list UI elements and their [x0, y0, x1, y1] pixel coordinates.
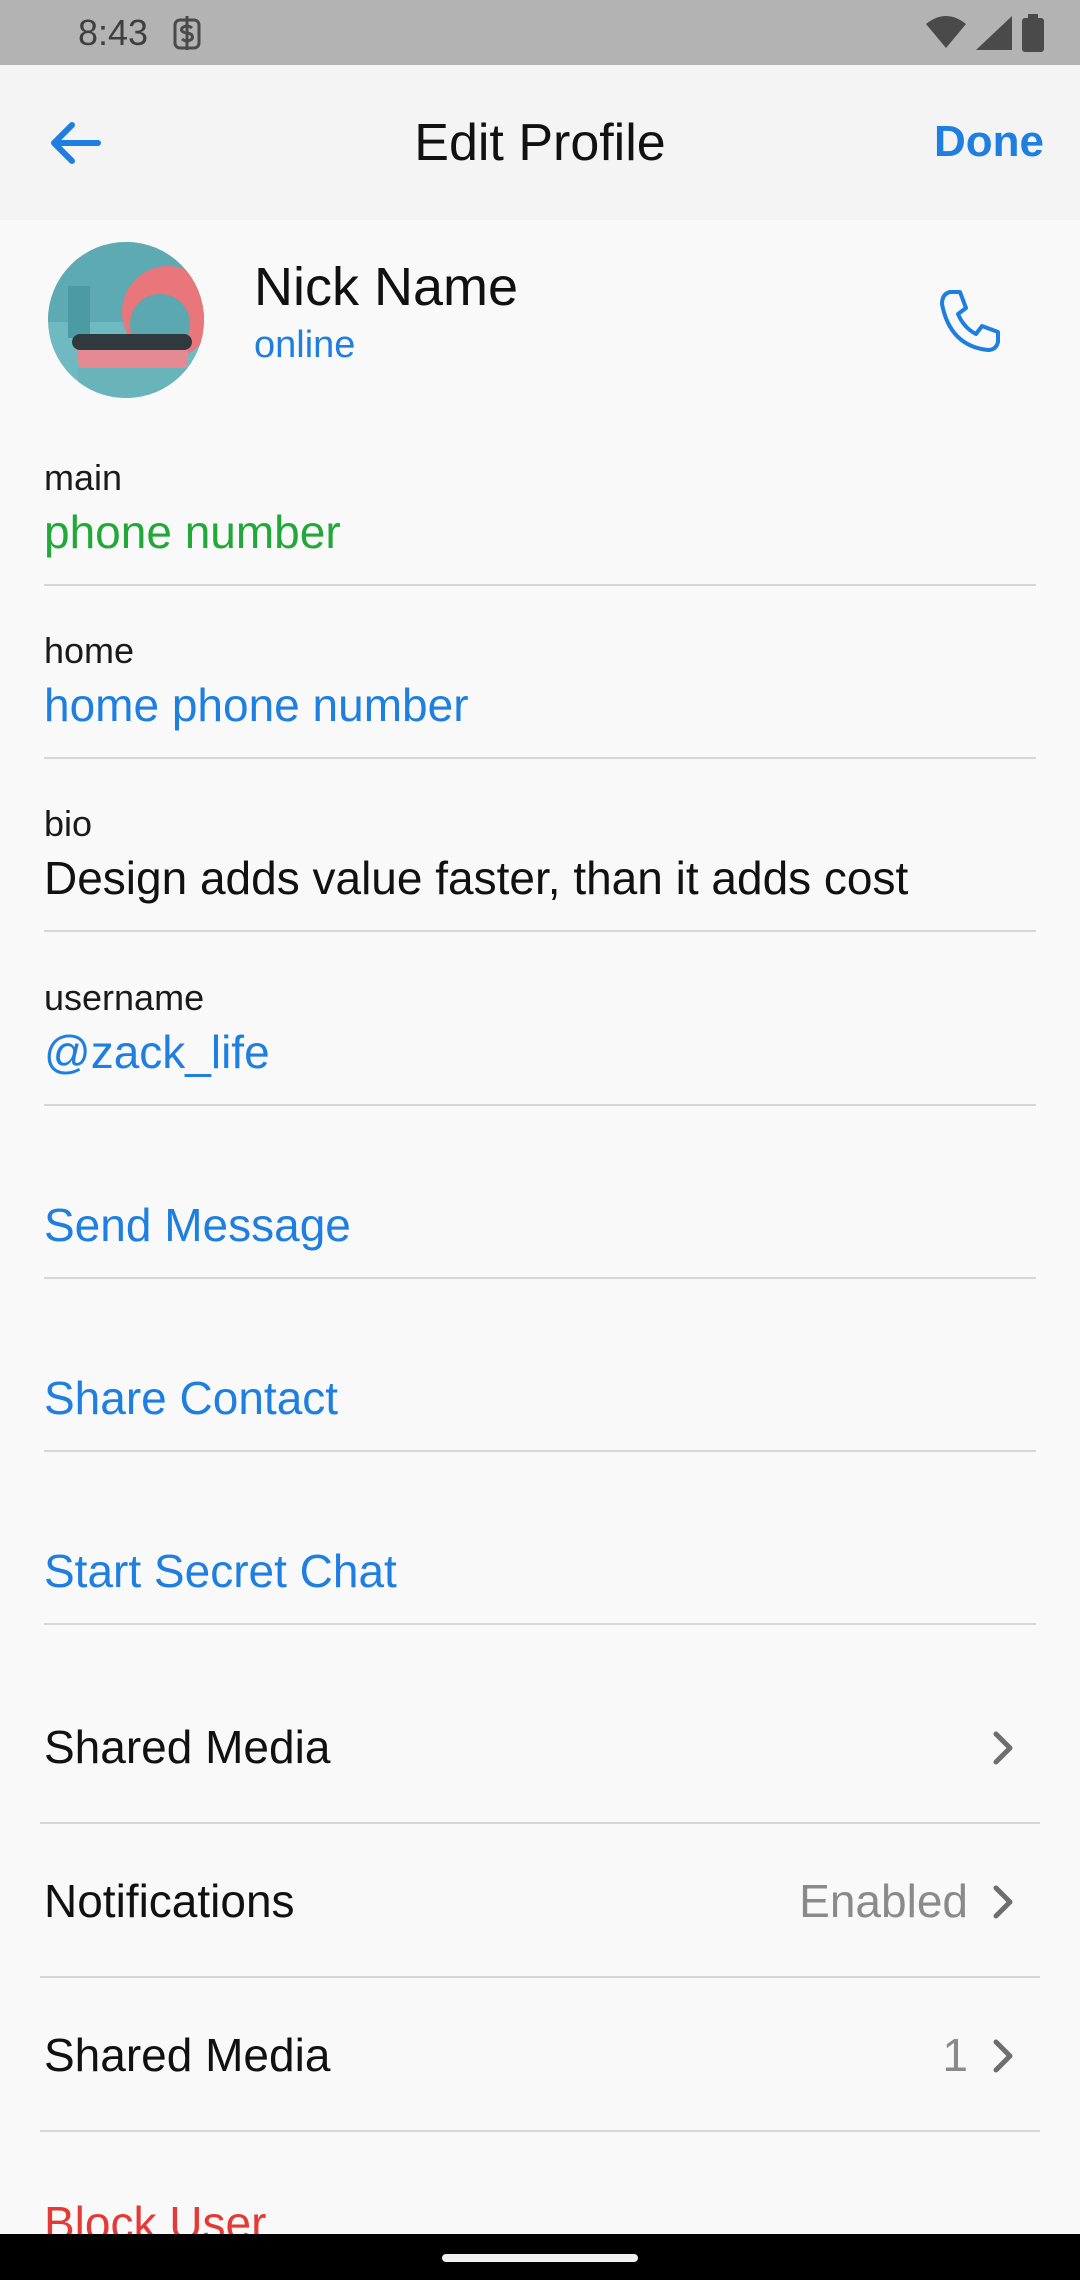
divider	[44, 1277, 1036, 1279]
field-username-value: @zack_life	[44, 1026, 270, 1078]
field-bio[interactable]: bio Design adds value faster, than it ad…	[44, 804, 1036, 906]
divider	[40, 1976, 1040, 1978]
divider	[44, 1104, 1036, 1106]
field-main-value: phone number	[44, 506, 341, 558]
page-title: Edit Profile	[414, 114, 666, 172]
status-bar: 8:43	[0, 0, 1080, 65]
notifications-value: Enabled	[799, 1875, 968, 1927]
field-main-label: main	[44, 457, 123, 498]
signal-icon	[976, 16, 1012, 50]
field-username[interactable]: username @zack_life	[44, 978, 1036, 1080]
notifications-row[interactable]: Notifications	[44, 1874, 295, 1928]
done-button[interactable]: Done	[934, 117, 1044, 167]
edit-profile-screen: 8:43 Edit Profile Done Nick Name online …	[0, 0, 1080, 2280]
field-home[interactable]: home home phone number	[44, 631, 1036, 733]
profile-name: Nick Name	[254, 257, 519, 317]
divider	[40, 1822, 1040, 1824]
wifi-icon	[926, 16, 966, 48]
battery-icon	[1022, 14, 1044, 52]
home-indicator[interactable]	[442, 2254, 638, 2262]
shared-media-count: 1	[942, 2029, 968, 2081]
chevron-right-icon[interactable]	[988, 1882, 1018, 1922]
field-bio-value: Design adds value faster, than it adds c…	[44, 852, 909, 904]
divider	[44, 1623, 1036, 1625]
divider	[44, 757, 1036, 759]
app-bar: Edit Profile Done	[0, 65, 1080, 220]
profile-status: online	[254, 324, 356, 366]
field-main[interactable]: main phone number	[44, 458, 1036, 560]
chevron-right-icon[interactable]	[988, 2036, 1018, 2076]
field-home-label: home	[44, 630, 135, 671]
status-icons	[926, 14, 1044, 52]
start-secret-chat-button[interactable]: Start Secret Chat	[44, 1544, 397, 1598]
send-message-button[interactable]: Send Message	[44, 1198, 351, 1252]
divider	[44, 930, 1036, 932]
shared-media-count-row[interactable]: Shared Media	[44, 2028, 330, 2082]
share-contact-button[interactable]: Share Contact	[44, 1371, 338, 1425]
status-time: 8:43	[78, 12, 149, 53]
shared-media-row[interactable]: Shared Media	[44, 1720, 330, 1774]
avatar-image	[48, 242, 204, 398]
field-username-label: username	[44, 977, 205, 1018]
divider	[44, 584, 1036, 586]
chevron-right-icon[interactable]	[988, 1728, 1018, 1768]
avatar[interactable]	[48, 242, 204, 398]
field-home-value: home phone number	[44, 679, 469, 731]
divider	[44, 1450, 1036, 1452]
phone-icon[interactable]	[930, 280, 1010, 360]
field-bio-label: bio	[44, 803, 93, 844]
sim-indicator-icon	[173, 16, 201, 50]
divider	[40, 2130, 1040, 2132]
